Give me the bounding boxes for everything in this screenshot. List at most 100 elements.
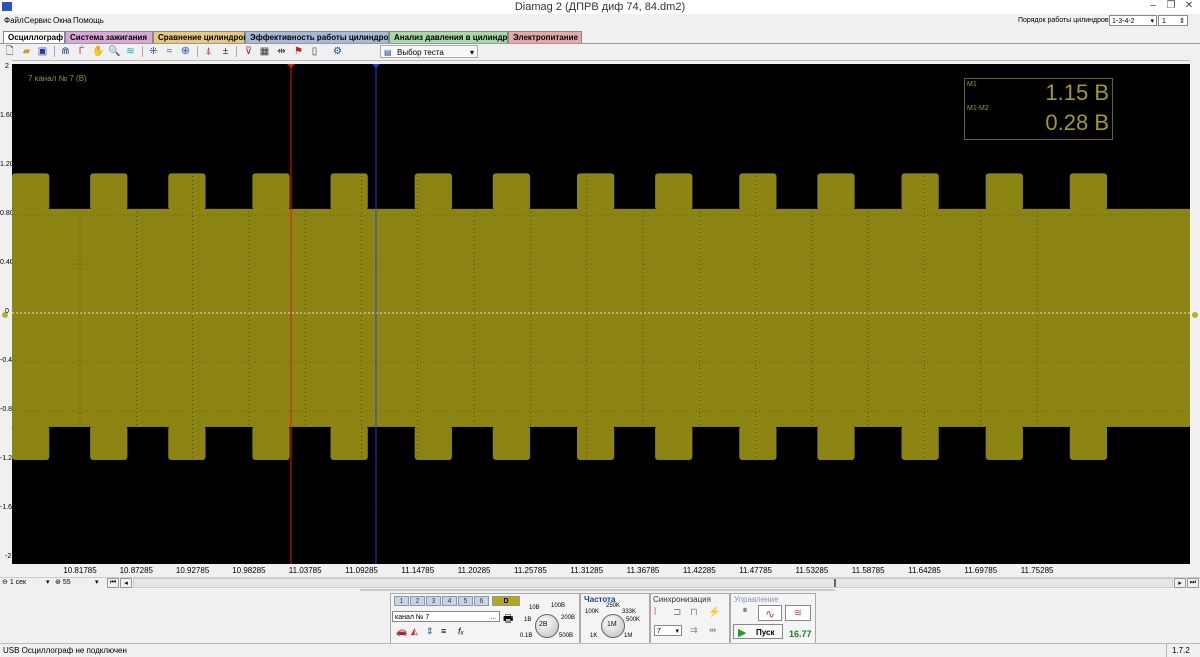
start-label: Пуск — [756, 628, 775, 637]
spin-arrows-icon[interactable]: ⇕ — [1179, 16, 1185, 27]
channel-button[interactable]: 2 — [410, 596, 425, 606]
spiral-icon[interactable]: ֍ — [179, 45, 192, 58]
flag-icon[interactable]: ⚑ — [292, 45, 305, 58]
function-icon[interactable]: fₓ — [458, 626, 464, 636]
channel-button[interactable]: 5 — [458, 596, 473, 606]
trace-high-segment — [576, 173, 615, 210]
tab-power-supply[interactable]: Электропитание — [508, 31, 582, 43]
test-select[interactable]: ▤ Выбор теста ▾ — [380, 45, 478, 58]
marker-filter-icon[interactable]: ⊽ — [242, 45, 255, 58]
save-icon[interactable]: ▣ — [36, 45, 49, 58]
scrollbar-thumb[interactable] — [834, 579, 836, 587]
sine-mode-icon[interactable]: ∿ — [758, 605, 782, 621]
scroll-start-button[interactable]: ⏮ — [107, 578, 119, 588]
open-folder-icon[interactable]: ▰ — [20, 45, 33, 58]
trace-low-segment — [414, 425, 452, 460]
trace-low-segment — [655, 425, 693, 460]
channel-button[interactable]: 6 — [474, 596, 489, 606]
tab-cylinder-pressure[interactable]: Анализ давления в цилиндре — [389, 31, 512, 43]
minimize-icon[interactable]: – — [1144, 0, 1162, 13]
x-tick-label: 10.92785 — [175, 566, 210, 575]
peak-icon[interactable]: ⋒ — [59, 45, 72, 58]
page-icon[interactable]: ▯ — [308, 45, 321, 58]
more-icon[interactable]: … — [490, 612, 497, 623]
scroll-end-button[interactable]: ⏭ — [1187, 578, 1199, 588]
volt-tick: 200В — [561, 615, 576, 621]
scatter-icon[interactable]: ⁜ — [147, 45, 160, 58]
trace-low-segment — [252, 425, 290, 460]
channel-name-input[interactable]: канал № 7 … — [392, 611, 500, 622]
zoom-select[interactable]: ⊛ 55 ▾ — [55, 578, 105, 588]
channel-label: 7 канал № 7 (В) — [28, 74, 87, 83]
noise-mode-icon[interactable]: ≋ — [785, 605, 811, 621]
x-tick-label: 11.58785 — [851, 566, 885, 575]
sync-channel-value: 7 — [657, 628, 661, 635]
probe-icon[interactable]: 🖶 — [503, 610, 513, 629]
x-tick-label: 10.98285 — [232, 566, 266, 575]
tab-cylinder-efficiency[interactable]: Эффективность работы цилиндров — [245, 31, 393, 43]
trace-low-segment — [12, 425, 50, 460]
channel-button[interactable]: 1 — [394, 596, 409, 606]
sync-rising-icon[interactable]: ⦚ — [654, 607, 656, 618]
restore-icon[interactable]: ❐ — [1162, 0, 1180, 13]
zero-icon[interactable]: ± — [219, 45, 232, 58]
invert-icon[interactable]: ◭ — [411, 626, 418, 637]
x-tick-label: 11.75285 — [1020, 566, 1054, 575]
scroll-right-button[interactable]: ▸ — [1174, 578, 1186, 588]
horizontal-scrollbar[interactable] — [133, 578, 1173, 588]
cyl-spin[interactable]: 1 ⇕ — [1158, 15, 1188, 26]
updown-icon[interactable]: ⇕ — [426, 626, 434, 637]
trace-low-segment — [817, 425, 855, 460]
timebase-value: 1 сек — [9, 579, 27, 586]
cyl-order-select[interactable]: 1-3-4-2 ▾ — [1109, 15, 1157, 26]
volt-knob[interactable]: 2В — [535, 614, 559, 638]
menu-windows[interactable]: Окна — [53, 16, 72, 25]
sync-auto-icon[interactable]: ⚡ — [708, 607, 720, 618]
split-icon[interactable]: ⇹ — [275, 45, 288, 58]
zoom-icon[interactable]: 🔍 — [108, 45, 121, 58]
channel-button[interactable]: 3 — [426, 596, 441, 606]
menu-service[interactable]: Сервис — [24, 16, 51, 25]
measure-icon[interactable]: ⍋ — [202, 45, 215, 58]
zoom-icon: ⊛ — [55, 579, 61, 586]
scroll-left-button[interactable]: ◂ — [120, 578, 132, 588]
zoom-value: 55 — [62, 579, 71, 586]
title-bar: Diamag 2 (ДПРВ диф 74, 84.dm2) – ❐ ✕ — [0, 0, 1200, 14]
marker-diff-value: 0.28 В — [1045, 110, 1109, 135]
menu-file[interactable]: Файл — [4, 16, 24, 25]
trace-low-segment — [739, 425, 777, 460]
sync-channel-select[interactable]: 7 ▾ — [654, 625, 682, 636]
sync-shift-icon[interactable]: ⇉ — [690, 625, 698, 636]
zero-marker-right[interactable] — [1192, 312, 1198, 318]
x-tick-label: 11.42285 — [682, 566, 716, 575]
sync-level-icon[interactable]: ⇹ — [709, 625, 717, 636]
sync-falling-icon[interactable]: ⊐ — [673, 607, 681, 618]
grid-icon[interactable]: ▦ — [258, 45, 271, 58]
hand-icon[interactable]: ✋ — [92, 45, 105, 58]
settings-icon[interactable]: ⚙ — [331, 45, 344, 58]
trace-high-segment — [739, 173, 777, 210]
car-icon[interactable]: 🚗 — [396, 626, 407, 637]
cursor-icon[interactable]: Ѓ — [75, 45, 88, 58]
freq-tick: 100K — [585, 609, 600, 615]
new-file-icon[interactable]: 🗋 — [3, 45, 16, 58]
lines-icon[interactable]: ≡ — [441, 626, 446, 636]
filter-icon[interactable]: ≋ — [124, 45, 137, 58]
sync-pulse-icon[interactable]: ⊓ — [690, 607, 698, 618]
tab-cylinder-compare[interactable]: Сравнение цилиндров — [153, 31, 248, 43]
timebase-select[interactable]: ⊖ 1 сек ▾ — [2, 578, 54, 588]
play-icon: ▶ — [738, 627, 747, 639]
start-button[interactable]: ▶ Пуск — [733, 624, 783, 639]
channel-button-digital[interactable]: D — [492, 596, 520, 606]
frequency-knob[interactable]: 1M — [601, 614, 625, 638]
tab-oscilloscope[interactable]: Осциллограф — [3, 31, 65, 43]
channel-button[interactable]: 4 — [442, 596, 457, 606]
waves-icon[interactable]: ≈ — [163, 45, 176, 58]
volt-tick: 10В — [529, 605, 540, 611]
close-icon[interactable]: ✕ — [1180, 0, 1198, 13]
cyl-spin-value: 1 — [1162, 18, 1166, 25]
pause-icon[interactable]: ⏸ — [735, 605, 755, 621]
tab-ignition[interactable]: Система зажигания — [65, 31, 153, 43]
chevron-down-icon: ▾ — [46, 579, 50, 586]
menu-help[interactable]: Помощь — [73, 16, 104, 25]
